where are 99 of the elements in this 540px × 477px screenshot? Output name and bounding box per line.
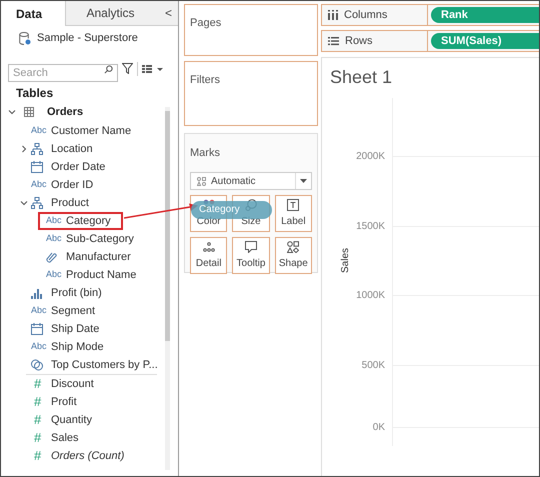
axis-tick-label: 2000K	[356, 151, 385, 163]
text-type-icon: Abc	[46, 214, 66, 228]
field-label: Quantity	[51, 412, 92, 428]
field-item[interactable]: Top Customers by P...	[31, 356, 168, 374]
chevron-down-icon[interactable]	[20, 199, 28, 207]
number-type-icon: #	[31, 392, 51, 412]
field-label: Ship Mode	[51, 340, 104, 355]
number-type-icon: #	[31, 428, 51, 448]
field-item[interactable]: # Quantity	[31, 411, 102, 429]
text-type-icon: Abc	[46, 268, 66, 282]
mark-type-dropdown[interactable]: Automatic	[190, 172, 312, 190]
field-label: Order Date	[51, 160, 106, 175]
field-item[interactable]: Abc Segment	[31, 302, 106, 320]
shapes-icon	[287, 240, 300, 252]
axis-tick-label: 500K	[362, 360, 385, 372]
database-icon	[19, 32, 31, 44]
number-type-icon: #	[31, 374, 51, 394]
axis-tick-label: 1500K	[356, 221, 385, 233]
dragged-field-pill: Category	[191, 201, 272, 219]
mark-property-button[interactable]: Detail	[190, 237, 228, 274]
detail-dots-icon	[202, 240, 215, 252]
datasource-name: Sample - Superstore	[37, 30, 138, 46]
field-label: Product	[51, 196, 89, 211]
field-item[interactable]: Abc Category	[38, 212, 123, 230]
field-label: Profit	[51, 394, 77, 410]
calendar-icon	[31, 323, 43, 335]
field-item[interactable]: Abc Sub-Category	[46, 230, 144, 248]
shelf-title: Pages	[190, 17, 222, 29]
shelf-label: Columns	[344, 8, 388, 23]
calendar-icon	[31, 161, 43, 173]
field-item[interactable]: Product	[31, 194, 99, 212]
mark-type-value: Automatic	[211, 174, 256, 188]
search-icon	[104, 64, 113, 74]
field-label: Top Customers by P...	[51, 358, 158, 373]
field-item[interactable]: Ship Date	[31, 320, 110, 338]
field-label: Sub-Category	[66, 232, 134, 247]
field-label: Discount	[51, 376, 94, 392]
field-item[interactable]: Abc Ship Mode	[31, 338, 114, 356]
mark-type-icon	[197, 176, 206, 186]
field-label: Category	[66, 214, 111, 229]
field-label: Sales	[51, 430, 79, 446]
field-item[interactable]: # Discount	[31, 375, 104, 393]
search-field[interactable]: Search	[8, 64, 118, 82]
mark-property-button[interactable]: Shape	[274, 237, 312, 274]
field-item[interactable]: Location	[31, 140, 103, 158]
view-options-icon[interactable]	[142, 64, 164, 74]
section-title: Tables	[15, 85, 54, 102]
field-label: Ship Date	[51, 322, 100, 337]
dropdown-caret-icon	[300, 179, 307, 183]
text-type-icon: Abc	[31, 178, 51, 192]
chevron-right-icon[interactable]	[20, 145, 28, 153]
text-type-icon: Abc	[31, 124, 51, 138]
field-item[interactable]: # Sales	[31, 429, 89, 447]
axis-title: Sales	[339, 248, 352, 273]
field-item[interactable]: Abc Order ID	[31, 176, 104, 194]
collapse-button[interactable]: <	[155, 1, 178, 26]
field-label: Product Name	[66, 268, 136, 283]
number-type-icon: #	[31, 410, 51, 430]
field-label: Location	[51, 142, 93, 157]
field-item[interactable]: Profit (bin)	[31, 284, 112, 302]
sheet-title: Sheet 1	[330, 66, 392, 88]
field-label: Order ID	[51, 178, 94, 193]
field-item[interactable]: # Profit	[31, 393, 87, 411]
mark-property-button[interactable]: Label	[274, 195, 312, 232]
field-item[interactable]: # Orders (Count)	[31, 447, 134, 465]
hierarchy-icon	[31, 143, 43, 155]
field-item[interactable]: Order Date	[31, 158, 116, 176]
shelf-label: Rows	[345, 34, 373, 49]
field-item[interactable]: Abc Product Name	[46, 266, 146, 284]
number-type-icon: #	[31, 446, 51, 466]
field-label: Customer Name	[51, 124, 132, 139]
speech-bubble-icon	[244, 240, 257, 252]
set-icon	[31, 359, 43, 371]
rows-icon	[328, 36, 339, 46]
field-label: Manufacturer	[66, 250, 131, 265]
scrollbar-thumb[interactable]	[165, 111, 170, 341]
field-label: Profit (bin)	[51, 286, 102, 301]
columns-icon	[328, 10, 338, 20]
chevron-down-icon[interactable]	[8, 108, 16, 116]
label-icon	[287, 198, 300, 210]
paperclip-icon	[46, 251, 58, 263]
mark-property-button[interactable]: Tooltip	[232, 237, 270, 274]
axis-tick-label: 1000K	[356, 290, 385, 302]
pane-tab[interactable]: Analytics	[65, 1, 155, 26]
hierarchy-icon	[31, 197, 43, 209]
table-name[interactable]: Orders	[47, 104, 84, 120]
shelf-title: Filters	[190, 74, 220, 86]
marks-title: Marks	[190, 147, 220, 159]
text-type-icon: Abc	[31, 340, 51, 354]
text-type-icon: Abc	[31, 304, 51, 318]
field-item[interactable]: Manufacturer	[46, 248, 141, 266]
field-item[interactable]: Abc Customer Name	[31, 122, 142, 140]
text-type-icon: Abc	[46, 232, 66, 246]
histogram-icon	[31, 287, 43, 299]
axis-tick-label: 0K	[372, 422, 385, 434]
table-icon	[24, 107, 34, 117]
filter-icon[interactable]	[122, 63, 133, 74]
field-label: Segment	[51, 304, 96, 319]
field-label: Orders (Count)	[51, 448, 124, 464]
